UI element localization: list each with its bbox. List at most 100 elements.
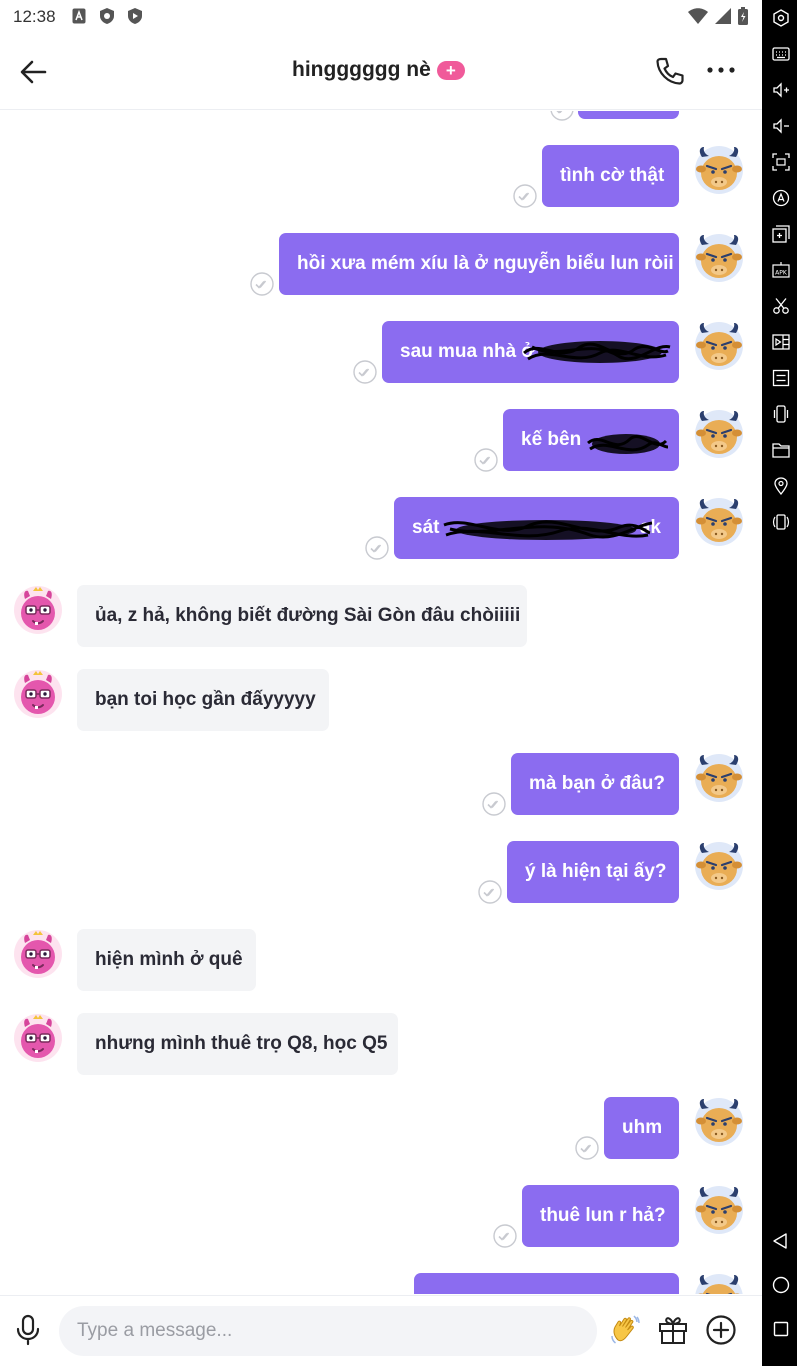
message-text: kế bên — [521, 429, 582, 450]
emulator-settings-button[interactable] — [772, 9, 790, 27]
more-options-button[interactable] — [706, 60, 736, 80]
avatar[interactable] — [694, 145, 744, 195]
delivered-check-icon — [550, 111, 574, 121]
message-text: sau mua nhà ở — [400, 341, 535, 362]
redaction-scribble — [587, 434, 669, 454]
emulator-vibrate-button[interactable] — [772, 513, 790, 531]
avatar[interactable] — [13, 585, 63, 635]
emulator-cut-button[interactable] — [772, 297, 790, 315]
shield-icon — [128, 8, 142, 24]
avatar[interactable] — [694, 1097, 744, 1147]
emulator-folder-button[interactable] — [772, 441, 790, 459]
rotate-screen-icon — [772, 514, 790, 530]
emulator-volume-up-button[interactable] — [772, 81, 790, 99]
nav-back-button[interactable] — [772, 1232, 790, 1250]
delivered-check-icon — [482, 792, 506, 816]
avatar[interactable] — [13, 1013, 63, 1063]
message-composer — [0, 1295, 762, 1366]
emulator-operations-button[interactable] — [772, 369, 790, 387]
message-bubble-out[interactable]: ý là hiện tại ấy? — [507, 841, 679, 903]
avatar[interactable] — [694, 497, 744, 547]
video-record-icon — [772, 334, 790, 350]
message-bubble-out[interactable]: mà bạn ở đâu? — [511, 753, 679, 815]
avatar[interactable] — [13, 929, 63, 979]
avatar[interactable] — [694, 841, 744, 891]
message-bubble-in[interactable]: bạn toi học gần đấyyyyy — [77, 669, 329, 731]
wave-button[interactable] — [609, 1314, 641, 1346]
chat-title-area[interactable]: hingggggg nè + — [292, 58, 465, 82]
volume-up-icon — [773, 82, 789, 98]
status-bar: 12:38 — [0, 0, 762, 34]
folder-icon — [772, 443, 790, 458]
emulator-multi-instance-button[interactable] — [772, 225, 790, 243]
emulator-record-button[interactable] — [772, 333, 790, 351]
delivered-check-icon — [353, 360, 377, 384]
triangle-back-icon — [773, 1233, 787, 1249]
battery-icon — [738, 7, 748, 25]
delivered-check-icon — [493, 1224, 517, 1248]
redaction-scribble — [523, 341, 671, 363]
emulator-keyboard-button[interactable] — [772, 45, 790, 63]
nav-recents-button[interactable] — [772, 1320, 790, 1338]
rotate-a-icon — [772, 189, 790, 207]
voice-record-button[interactable] — [14, 1314, 42, 1346]
phone-icon — [656, 57, 684, 85]
delivered-check-icon — [478, 880, 502, 904]
add-window-icon — [772, 225, 790, 243]
shield-icon — [100, 8, 114, 24]
emulator-location-button[interactable] — [772, 477, 790, 496]
emulator-volume-down-button[interactable] — [772, 117, 790, 135]
avatar[interactable] — [694, 753, 744, 803]
gift-icon — [659, 1317, 687, 1344]
emulator-rotate-button[interactable] — [772, 189, 790, 207]
redaction-scribble — [443, 520, 653, 540]
message-bubble-in[interactable]: ủa, z hả, không biết đường Sài Gòn đâu c… — [77, 585, 527, 647]
delivered-check-icon — [365, 536, 389, 560]
avatar[interactable] — [694, 1185, 744, 1235]
page-title: hingggggg nè — [292, 58, 431, 81]
message-bubble-out[interactable]: thuê lun r hả? — [522, 1185, 679, 1247]
message-bubble-out[interactable]: tình cờ thật — [542, 145, 679, 207]
message-bubble-out[interactable]: hồi xưa mém xíu là ở nguyễn biểu lun ròi… — [279, 233, 679, 295]
message-bubble-out[interactable]: uhm — [604, 1097, 679, 1159]
wave-hand-icon — [611, 1315, 640, 1344]
gift-button[interactable] — [657, 1314, 689, 1346]
add-attachment-button[interactable] — [705, 1314, 737, 1346]
avatar[interactable] — [694, 409, 744, 459]
status-right-icons — [688, 7, 748, 25]
svg-text:APK: APK — [775, 270, 788, 277]
mic-icon — [16, 1314, 40, 1346]
emulator-apk-button[interactable]: APK — [772, 261, 790, 279]
delivered-check-icon — [575, 1136, 599, 1160]
back-button[interactable] — [18, 56, 50, 88]
message-list[interactable]: tình cờ thật hồi xưa mém xíu là ở nguyễn… — [0, 111, 762, 1294]
square-recents-icon — [773, 1321, 789, 1337]
avatar[interactable] — [694, 1273, 744, 1294]
list-script-icon — [772, 369, 790, 387]
hexagon-settings-icon — [773, 9, 789, 27]
nav-home-button[interactable] — [772, 1276, 790, 1294]
message-bubble-in[interactable]: nhưng mình thuê trọ Q8, học Q5 — [77, 1013, 398, 1075]
message-bubble-out[interactable] — [578, 111, 679, 119]
emulator-screenshot-button[interactable] — [772, 153, 790, 171]
circle-home-icon — [772, 1276, 790, 1294]
delivered-check-icon — [513, 184, 537, 208]
emulator-shake-button[interactable] — [772, 405, 790, 423]
message-input[interactable] — [59, 1306, 597, 1356]
call-button[interactable] — [653, 54, 687, 88]
message-bubble-out[interactable] — [414, 1273, 679, 1294]
scissors-icon — [773, 298, 789, 314]
avatar[interactable] — [694, 233, 744, 283]
delivered-check-icon — [250, 272, 274, 296]
status-left-icons — [72, 8, 142, 24]
avatar[interactable] — [694, 321, 744, 371]
a-badge-icon — [72, 8, 86, 24]
message-text: sát — [412, 517, 440, 538]
keyboard-icon — [772, 47, 790, 61]
shake-phone-icon — [773, 405, 789, 423]
avatar[interactable] — [13, 669, 63, 719]
message-bubble-in[interactable]: hiện mình ở quê — [77, 929, 256, 991]
screenshot-icon — [772, 153, 790, 171]
emulator-toolbar: APK — [762, 0, 797, 1366]
more-dots-icon — [707, 67, 735, 73]
